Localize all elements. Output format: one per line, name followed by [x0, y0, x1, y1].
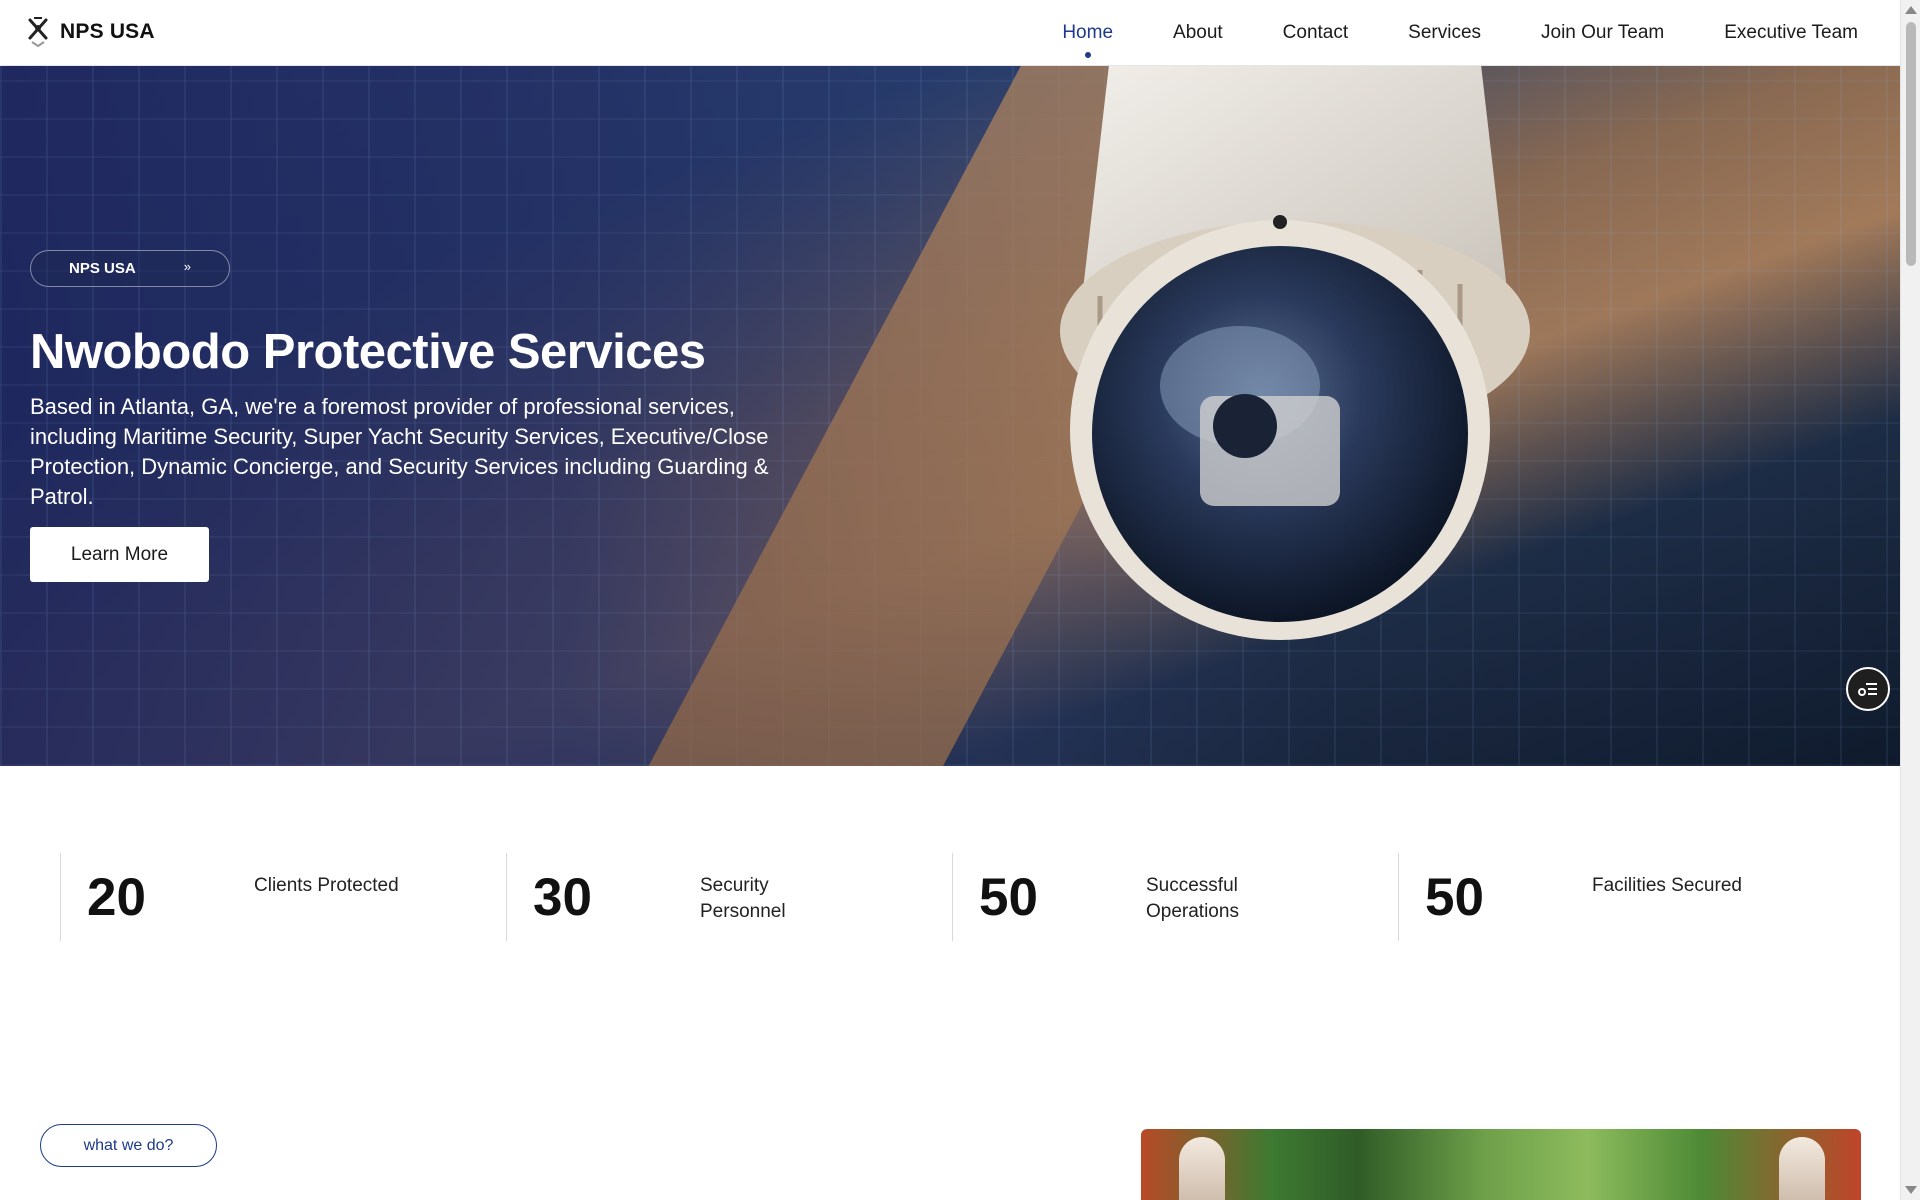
stat-label: Security Personnel	[700, 875, 786, 922]
learn-more-button[interactable]: Learn More	[30, 527, 209, 582]
brand[interactable]: NPS USA	[26, 16, 155, 48]
nps-logo-icon	[28, 17, 48, 48]
stats-section: 20 Clients Protected 30 Security Personn…	[60, 853, 1860, 941]
stat-label: Clients Protected	[254, 875, 399, 896]
security-camera-image	[1060, 66, 1530, 640]
stat-label: Facilities Secured	[1592, 875, 1742, 896]
nav-services[interactable]: Services	[1408, 22, 1481, 44]
stat-value: 50	[1425, 868, 1484, 927]
stat-value: 20	[87, 868, 146, 927]
stat-label: Successful Operations	[1146, 875, 1239, 922]
settings-list-icon	[1858, 683, 1877, 696]
site-header: NPS USA Home About Contact Services Join…	[0, 0, 1900, 66]
hero-pill-label: NPS USA	[69, 260, 136, 277]
pillar-shape	[1179, 1137, 1225, 1200]
scroll-up-arrow-icon[interactable]	[1905, 6, 1917, 14]
stat-value: 30	[533, 868, 592, 927]
what-we-do-pill[interactable]: what we do?	[40, 1124, 217, 1167]
stat-item: 20 Clients Protected	[60, 853, 506, 941]
stat-item: 50 Successful Operations	[952, 853, 1398, 941]
page-scrollbar[interactable]	[1900, 0, 1920, 1200]
hero-title: Nwobodo Protective Services	[30, 325, 706, 379]
stat-item: 30 Security Personnel	[506, 853, 952, 941]
hero-pill[interactable]: NPS USA »	[30, 250, 230, 287]
hero-section: NPS USA » Nwobodo Protective Services Ba…	[0, 66, 1900, 766]
floating-menu-button[interactable]	[1846, 667, 1890, 711]
nav-executive-team[interactable]: Executive Team	[1724, 22, 1858, 44]
scroll-down-arrow-icon[interactable]	[1905, 1186, 1917, 1194]
nav-join-our-team[interactable]: Join Our Team	[1541, 22, 1664, 44]
main-nav: Home About Contact Services Join Our Tea…	[1062, 0, 1858, 66]
scroll-thumb[interactable]	[1906, 22, 1916, 266]
hero-description: Based in Atlanta, GA, we're a foremost p…	[30, 394, 769, 509]
nav-contact[interactable]: Contact	[1283, 22, 1348, 44]
feature-image	[1141, 1129, 1861, 1200]
pillar-shape	[1779, 1137, 1825, 1200]
brand-name: NPS USA	[60, 20, 155, 43]
nav-about[interactable]: About	[1173, 22, 1223, 44]
stat-value: 50	[979, 868, 1038, 927]
nav-home[interactable]: Home	[1062, 22, 1113, 58]
double-chevron-right-icon: »	[183, 259, 191, 274]
stat-item: 50 Facilities Secured	[1398, 853, 1844, 941]
